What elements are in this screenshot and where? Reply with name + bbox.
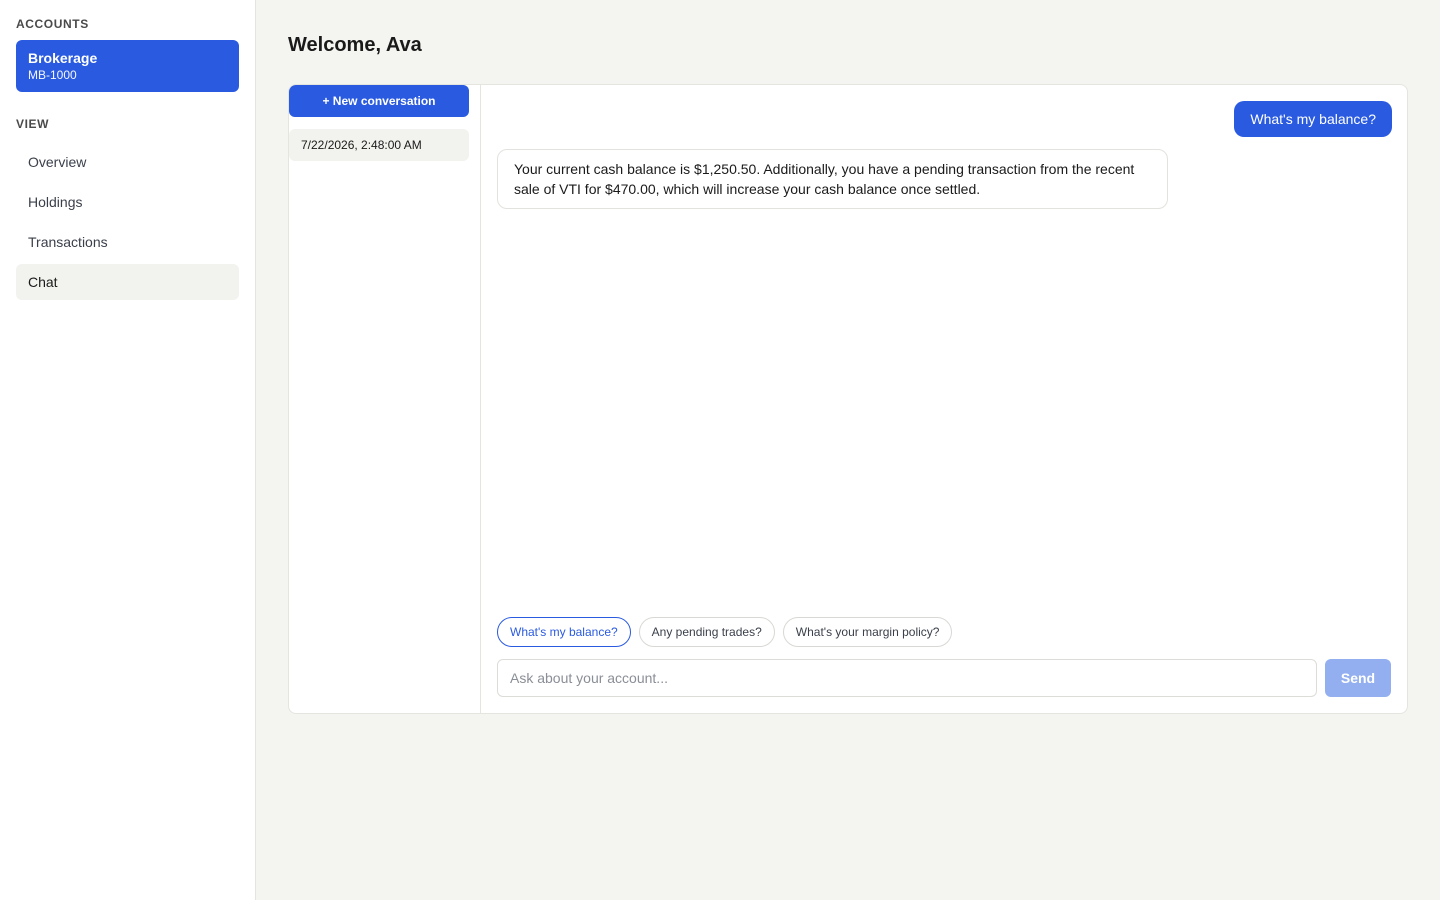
suggestion-chip-margin-policy[interactable]: What's your margin policy? [782,617,953,647]
view-nav: Overview Holdings Transactions Chat [16,144,239,300]
account-name: Brokerage [28,50,98,66]
chat-area: What's my balance? Your current cash bal… [481,85,1407,713]
suggestion-chip-pending-trades[interactable]: Any pending trades? [638,617,775,647]
nav-item-overview[interactable]: Overview [16,144,239,180]
conversation-item[interactable]: 7/22/2026, 2:48:00 AM [289,129,469,161]
new-conversation-button[interactable]: + New conversation [289,85,469,117]
chat-input-row: Send [497,659,1391,697]
nav-item-transactions[interactable]: Transactions [16,224,239,260]
account-number: MB-1000 [28,68,77,82]
nav-item-chat[interactable]: Chat [16,264,239,300]
chat-panel: + New conversation 7/22/2026, 2:48:00 AM… [288,84,1408,714]
account-card-brokerage[interactable]: Brokerage MB-1000 [16,40,239,92]
user-message: What's my balance? [1234,101,1392,137]
suggestion-chips: What's my balance? Any pending trades? W… [497,617,953,647]
page-title: Welcome, Ava [288,34,422,56]
assistant-message: Your current cash balance is $1,250.50. … [497,149,1168,209]
nav-item-holdings[interactable]: Holdings [16,184,239,220]
suggestion-chip-balance[interactable]: What's my balance? [497,617,631,647]
conversation-list: + New conversation 7/22/2026, 2:48:00 AM [289,85,481,713]
view-section-label: VIEW [16,117,50,131]
accounts-section-label: ACCOUNTS [16,17,89,31]
sidebar: ACCOUNTS Brokerage MB-1000 VIEW Overview… [0,0,256,900]
chat-input[interactable] [497,659,1317,697]
send-button[interactable]: Send [1325,659,1391,697]
